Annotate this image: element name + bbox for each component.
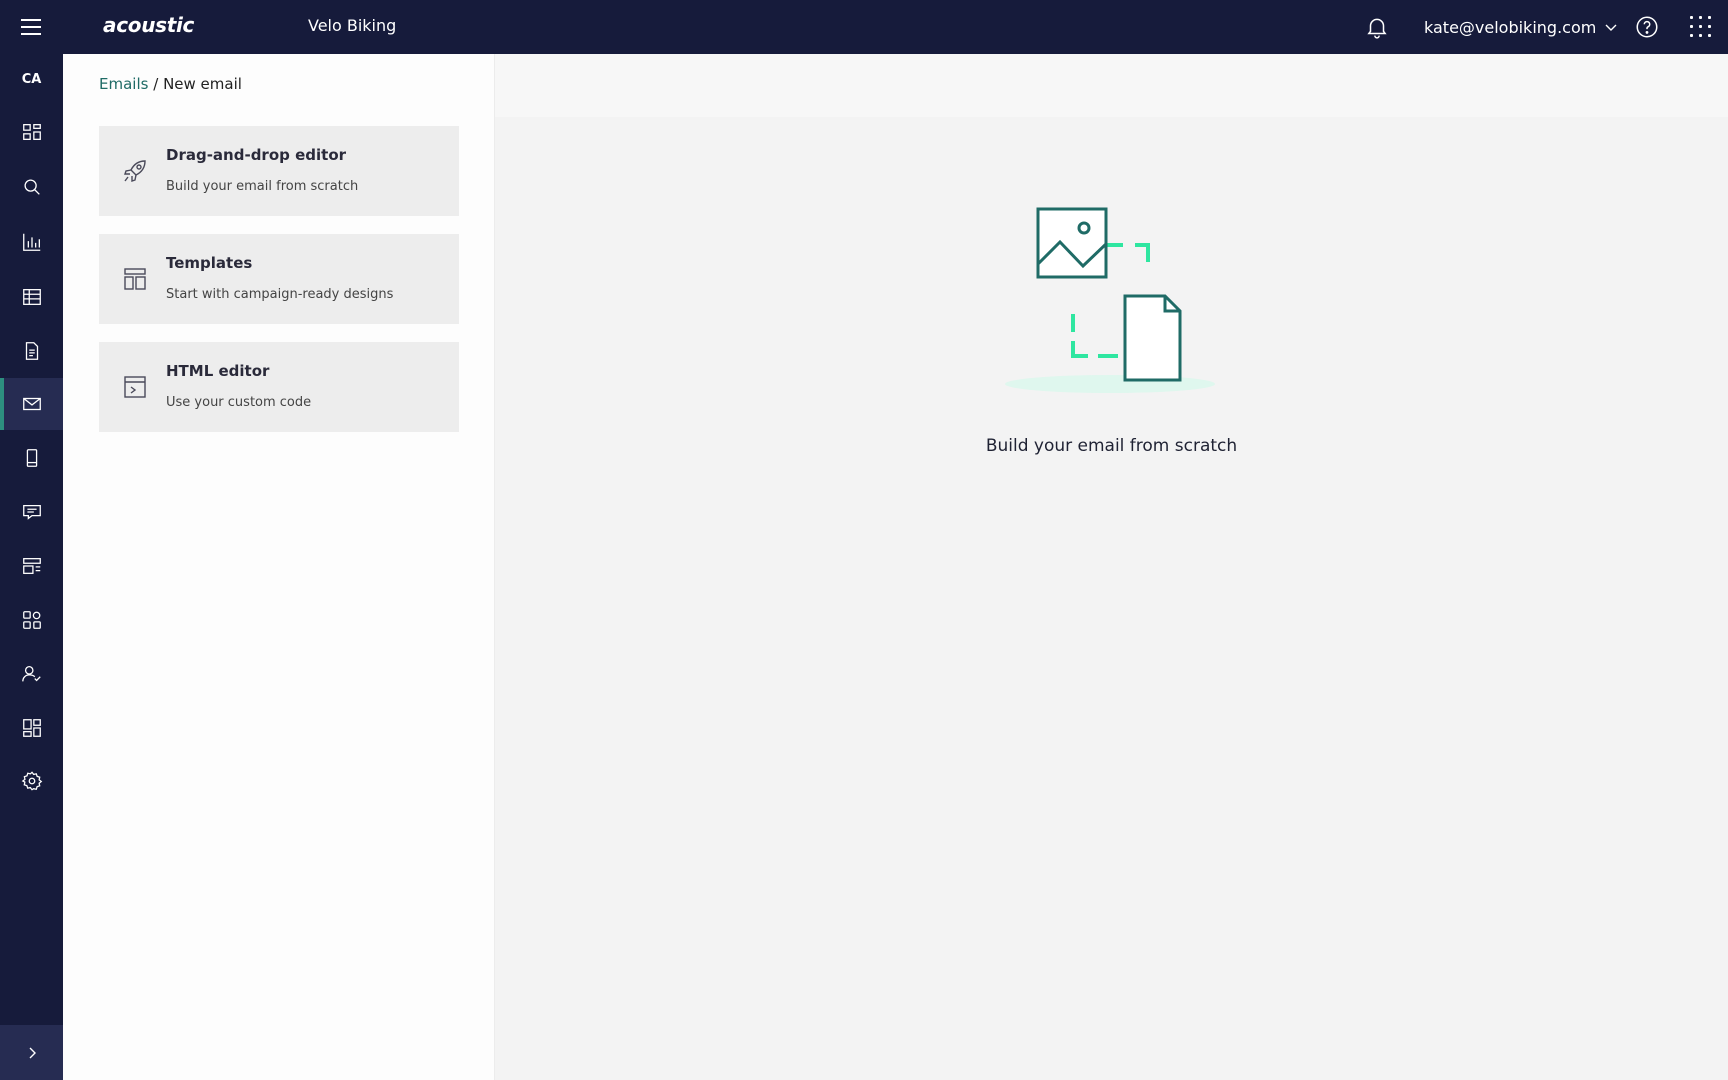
account-badge[interactable]: CA bbox=[0, 72, 63, 87]
dashboard-icon[interactable] bbox=[0, 106, 63, 158]
top-bar: acoustic Velo Biking kate@velobiking.com bbox=[0, 0, 1728, 54]
code-window-icon bbox=[124, 376, 146, 398]
breadcrumb-separator: / bbox=[153, 75, 159, 93]
breadcrumb-emails-link[interactable]: Emails bbox=[99, 75, 148, 93]
bell-icon[interactable] bbox=[1364, 14, 1390, 40]
option-templates[interactable]: Templates Start with campaign-ready desi… bbox=[99, 234, 459, 324]
option-subtitle: Build your email from scratch bbox=[166, 179, 359, 194]
app-switcher-icon[interactable] bbox=[1690, 16, 1712, 38]
option-html-editor[interactable]: HTML editor Use your custom code bbox=[99, 342, 459, 432]
bar-chart-icon[interactable] bbox=[0, 216, 63, 268]
widgets-icon[interactable] bbox=[0, 702, 63, 754]
image-to-document-illustration bbox=[1005, 207, 1215, 393]
template-icon bbox=[124, 268, 146, 290]
chevron-down-icon bbox=[1605, 24, 1617, 31]
settings-icon[interactable] bbox=[0, 755, 63, 807]
breadcrumb: Emails / New email bbox=[99, 75, 242, 93]
mobile-icon[interactable] bbox=[0, 432, 63, 484]
email-icon[interactable] bbox=[0, 378, 63, 430]
side-nav: CA bbox=[0, 54, 63, 1080]
search-icon[interactable] bbox=[0, 161, 63, 213]
user-check-icon[interactable] bbox=[0, 648, 63, 700]
help-icon[interactable] bbox=[1634, 14, 1660, 40]
hamburger-icon[interactable] bbox=[19, 16, 43, 38]
preview-header-strip bbox=[495, 54, 1728, 117]
chat-icon[interactable] bbox=[0, 486, 63, 538]
preview-caption: Build your email from scratch bbox=[985, 436, 1238, 456]
options-panel: Emails / New email Drag-and-drop editor … bbox=[63, 54, 495, 1080]
rocket-icon bbox=[124, 160, 146, 182]
option-drag-drop-editor[interactable]: Drag-and-drop editor Build your email fr… bbox=[99, 126, 459, 216]
option-title: Drag-and-drop editor bbox=[166, 146, 347, 164]
preview-area: Build your email from scratch bbox=[495, 54, 1728, 1080]
option-title: HTML editor bbox=[166, 362, 270, 380]
breadcrumb-current: New email bbox=[163, 75, 242, 93]
document-icon[interactable] bbox=[0, 325, 63, 377]
chevron-right-icon bbox=[29, 1047, 36, 1058]
option-subtitle: Start with campaign-ready designs bbox=[166, 287, 394, 302]
app-logo[interactable]: acoustic bbox=[103, 13, 194, 37]
table-icon[interactable] bbox=[0, 271, 63, 323]
integrations-icon[interactable] bbox=[0, 594, 63, 646]
org-name: Velo Biking bbox=[308, 16, 397, 35]
user-menu[interactable]: kate@velobiking.com bbox=[1424, 15, 1618, 39]
user-email: kate@velobiking.com bbox=[1424, 17, 1597, 37]
option-title: Templates bbox=[166, 254, 253, 272]
option-subtitle: Use your custom code bbox=[166, 395, 312, 410]
forms-icon[interactable] bbox=[0, 540, 63, 592]
expand-nav-button[interactable] bbox=[0, 1025, 63, 1080]
